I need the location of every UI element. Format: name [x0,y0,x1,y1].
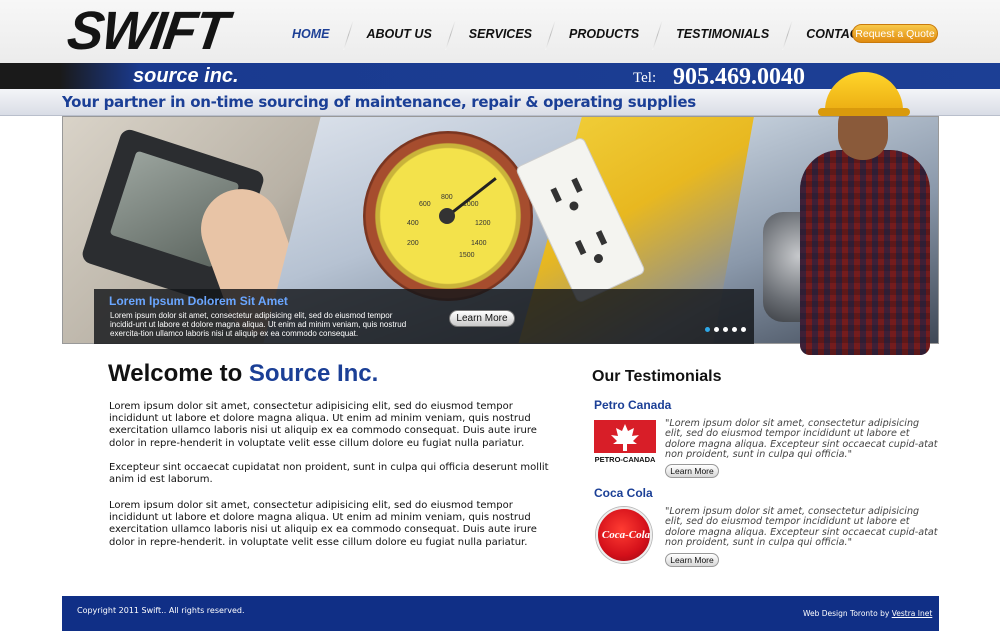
phone-number: 905.469.0040 [673,64,805,90]
slide-dot-3[interactable] [723,327,728,332]
svg-text:200: 200 [407,240,419,247]
pressure-gauge: 600 800 1000 1200 1400 1500 400 200 [363,131,533,301]
coca-cola-logo: Coca-Cola [596,507,652,563]
request-quote-button[interactable]: Request a Quote [852,24,938,43]
svg-text:400: 400 [407,220,419,227]
gauge-hub [439,208,455,224]
slide-dot-1[interactable] [705,327,710,332]
welcome-paragraph-3: Lorem ipsum dolor sit amet, consectetur … [109,500,537,548]
tagline: Your partner in on-time sourcing of main… [62,93,696,111]
welcome-heading-prefix: Welcome to [108,360,243,387]
worker-with-hardhat [790,70,940,355]
testimonial-name-coca-cola[interactable]: Coca Cola [594,486,653,500]
svg-text:1200: 1200 [475,220,491,227]
testimonial-learn-more-button-petro-canada[interactable]: Learn More [665,464,719,478]
footer-credit: Web Design Toronto by Vestra Inet [803,609,932,618]
nav-separator [342,20,354,50]
testimonial-name-petro-canada[interactable]: Petro Canada [594,398,671,412]
slide-dot-4[interactable] [732,327,737,332]
welcome-heading: Welcome to Source Inc. [108,360,378,388]
svg-text:800: 800 [441,194,453,201]
testimonial-quote-petro-canada: "Lorem ipsum dolor sit amet, consectetur… [665,418,938,461]
welcome-heading-accent: Source Inc. [248,360,379,387]
nav-products[interactable]: PRODUCTS [557,20,651,50]
testimonial-quote-coca-cola: "Lorem ipsum dolor sit amet, consectetur… [665,506,938,549]
slide-learn-more-button[interactable]: Learn More [449,310,515,327]
coca-cola-logo-text: Coca-Cola [601,529,651,541]
logo-subtitle: source inc. [133,65,239,87]
welcome-paragraph-2: Excepteur sint occaecat cupidatat non pr… [109,462,549,486]
nav-home[interactable]: HOME [280,20,342,50]
logo[interactable]: SWIFT [64,1,230,61]
welcome-paragraph-1: Lorem ipsum dolor sit amet, consectetur … [109,401,537,449]
nav-separator [444,20,456,50]
svg-text:1500: 1500 [459,252,475,259]
petro-canada-logo: PETRO-CANADA [594,420,656,464]
main-nav: HOME ABOUT US SERVICES PRODUCTS TESTIMON… [280,20,899,50]
svg-text:1400: 1400 [471,240,487,247]
credit-prefix: Web Design Toronto by [803,609,890,618]
phone-label: Tel: [633,70,657,86]
svg-text:PETRO-CANADA: PETRO-CANADA [595,455,656,464]
nav-about-us[interactable]: ABOUT US [355,20,444,50]
copyright-text: Copyright 2011 Swift.. All rights reserv… [77,606,245,615]
slide-caption-title: Lorem Ipsum Dolorem Sit Amet [109,294,288,308]
svg-text:600: 600 [419,201,431,208]
nav-separator [545,20,556,50]
slide-dot-5[interactable] [741,327,746,332]
nav-separator [782,20,794,50]
slide-dot-2[interactable] [714,327,719,332]
testimonial-learn-more-button-coca-cola[interactable]: Learn More [665,553,719,567]
testimonials-heading: Our Testimonials [592,368,722,385]
credit-link[interactable]: Vestra Inet [892,609,933,618]
nav-testimonials[interactable]: TESTIMONIALS [664,20,781,50]
slide-pagination [705,327,746,332]
slide-caption-text: Lorem ipsum dolor sit amet, consectetur … [110,311,407,338]
nav-services[interactable]: SERVICES [457,20,544,50]
nav-separator [652,20,664,50]
